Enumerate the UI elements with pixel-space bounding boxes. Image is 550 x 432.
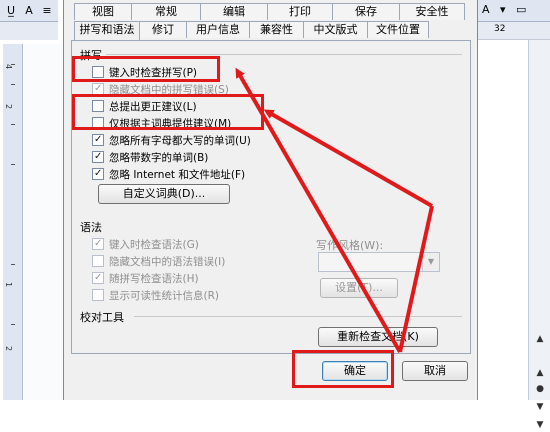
document-page-right [478,40,528,400]
next-page-icon[interactable]: ▼ [532,400,548,414]
horizontal-ruler: 32 [478,22,550,40]
checkbox[interactable] [92,238,104,250]
scroll-up-icon[interactable]: ▲ [532,332,548,346]
scroll-down-icon[interactable]: ▼ [532,418,548,432]
tab-print[interactable]: 打印 [267,3,333,20]
suggest-from-main-dictionary-only[interactable]: 仅根据主词典提供建议(M) [92,116,231,130]
dropdown-icon[interactable]: ▾ [500,3,506,16]
checkbox[interactable] [92,151,104,163]
writing-style-label: 写作风格(W): [316,239,384,252]
hide-grammar-errors[interactable]: 隐藏文档中的语法错误(I) [92,254,225,268]
checkbox[interactable] [92,100,104,112]
checkbox[interactable] [92,134,104,146]
grammar-section-label: 语法 [80,221,102,234]
options-dialog: 视图 常规 编辑 打印 保存 安全性 拼写和语法 修订 用户信息 兼容性 中文版… [63,0,478,400]
prev-page-icon[interactable]: ▲ [532,366,548,380]
cancel-button[interactable]: 取消 [402,361,468,381]
checkbox[interactable] [92,117,104,129]
spelling-section-label: 拼写 [80,49,102,62]
vertical-ruler: 4 2 1 2 [3,44,23,400]
underline-icon[interactable]: U̲ [4,4,18,18]
tab-track-changes[interactable]: 修订 [139,21,187,38]
tab-asian-typography[interactable]: 中文版式 [303,21,368,38]
ok-button[interactable]: 确定 [322,361,388,381]
tab-security[interactable]: 安全性 [399,3,465,20]
proofing-tools-label: 校对工具 [80,311,124,324]
checkbox[interactable] [92,66,104,78]
highlight-icon[interactable]: ▭ [516,3,526,16]
tab-row-1: 视图 常规 编辑 打印 保存 安全性 [74,3,465,20]
show-readability-statistics[interactable]: 显示可读性统计信息(R) [92,288,219,302]
checkbox[interactable] [92,168,104,180]
tab-save[interactable]: 保存 [332,3,400,20]
word-toolbar-left: U̲ A ≡ [0,0,58,22]
spelling-grammar-panel: 拼写 键入时检查拼写(P) 隐藏文档中的拼写错误(S) 总提出更正建议(L) 仅… [71,40,471,354]
custom-dictionaries-button[interactable]: 自定义词典(D)... [98,184,230,204]
word-ruler-corner [0,22,58,40]
always-suggest-corrections[interactable]: 总提出更正建议(L) [92,99,197,113]
checkbox[interactable] [92,289,104,301]
ignore-uppercase-words[interactable]: 忽略所有字母都大写的单词(U) [92,133,251,147]
chevron-down-icon[interactable]: ▼ [422,253,439,271]
vertical-scrollbar[interactable]: ▲ ▲ ● ▼ ▼ [528,40,550,430]
tab-view[interactable]: 视图 [74,3,132,20]
tab-user-info[interactable]: 用户信息 [186,21,250,38]
tab-compatibility[interactable]: 兼容性 [249,21,304,38]
tab-file-locations[interactable]: 文件位置 [367,21,429,38]
font-color-icon[interactable]: A [22,4,36,18]
checkbox[interactable] [92,272,104,284]
check-grammar-as-you-type[interactable]: 键入时检查语法(G) [92,237,199,251]
tab-row-2: 拼写和语法 修订 用户信息 兼容性 中文版式 文件位置 [74,21,429,40]
align-icon[interactable]: ≡ [40,4,54,18]
browse-object-icon[interactable]: ● [532,382,548,396]
check-grammar-with-spelling[interactable]: 随拼写检查语法(H) [92,271,199,285]
writing-style-select[interactable]: ▼ [318,252,440,272]
grammar-settings-button[interactable]: 设置(T)... [320,278,398,298]
spelling-separator [106,54,462,55]
word-toolbar-right: A ▾ ▭ [478,0,550,22]
font-color-icon[interactable]: A [482,3,490,16]
checkbox[interactable] [92,255,104,267]
tab-general[interactable]: 常规 [131,3,201,20]
ignore-words-with-numbers[interactable]: 忽略带数字的单词(B) [92,150,208,164]
tab-edit[interactable]: 编辑 [200,3,268,20]
hide-spelling-errors[interactable]: 隐藏文档中的拼写错误(S) [92,82,229,96]
document-page-left [23,44,77,400]
tab-spelling-grammar[interactable]: 拼写和语法 [74,21,140,40]
proofing-separator [134,316,462,317]
checkbox[interactable] [92,83,104,95]
ignore-internet-file-addresses[interactable]: 忽略 Internet 和文件地址(F) [92,167,245,181]
check-spelling-as-you-type[interactable]: 键入时检查拼写(P) [92,65,197,79]
recheck-document-button[interactable]: 重新检查文档(K) [318,327,438,347]
